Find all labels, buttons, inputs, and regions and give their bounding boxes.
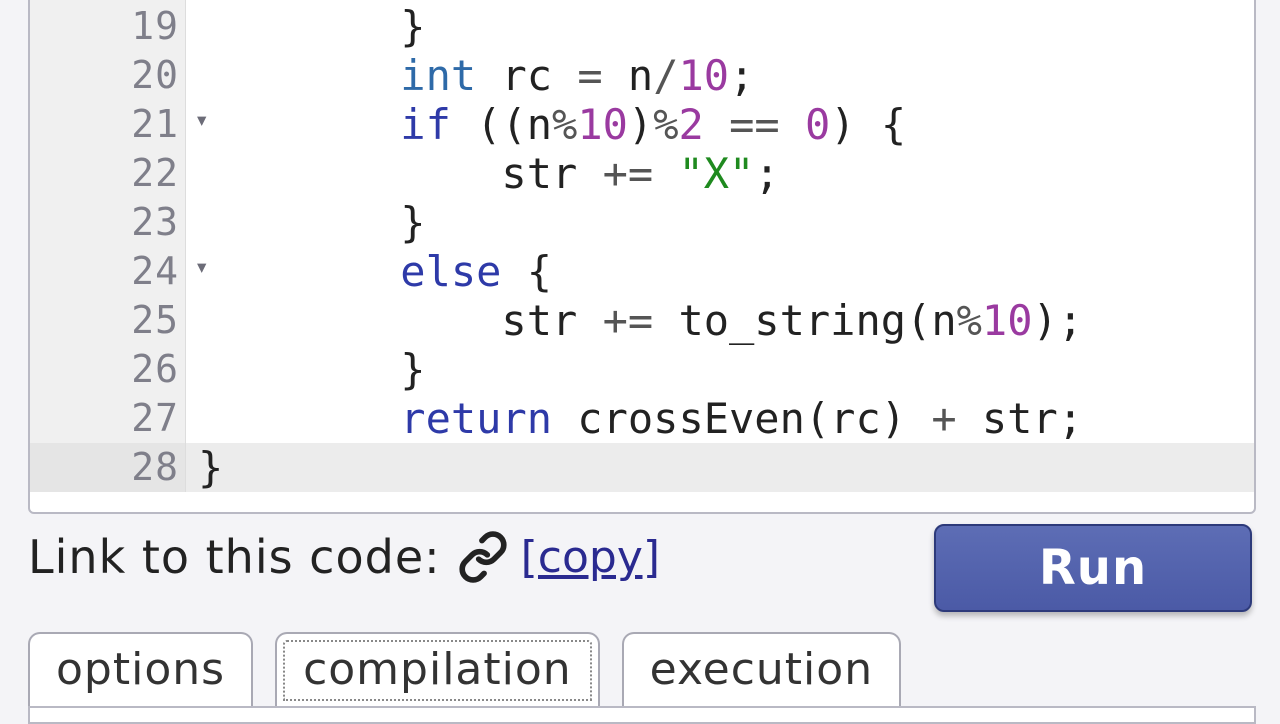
code-line[interactable]: return crossEven(rc) + str; [198,394,1254,443]
tabs-row: options compilation execution [28,632,901,709]
code-line[interactable]: if ((n%10)%2 == 0) { [198,100,1254,149]
line-number: 22 [30,149,185,198]
line-number: 28 [30,443,185,492]
code-line[interactable]: } [186,443,1254,492]
code-line[interactable]: str += to_string(n%10); [198,296,1254,345]
code-line[interactable]: } [198,198,1254,247]
line-number: 24▾ [30,247,185,296]
link-to-code-label: Link to this code: [28,530,441,584]
output-panel [28,706,1256,724]
line-number: 26 [30,345,185,394]
code-line[interactable]: else { [198,247,1254,296]
line-number: 19 [30,2,185,51]
code-line[interactable]: } [198,345,1254,394]
tab-compilation[interactable]: compilation [275,632,600,709]
code-editor[interactable]: 18192021▾222324▾25262728 return str; } i… [28,0,1256,514]
link-icon [457,531,509,583]
editor-code-area[interactable]: return str; } int rc = n/10; if ((n%10)%… [186,0,1254,492]
tab-options[interactable]: options [28,632,253,709]
fold-toggle-icon[interactable]: ▾ [195,95,209,144]
line-number: 20 [30,51,185,100]
line-number: 27 [30,394,185,443]
line-number: 25 [30,296,185,345]
line-number: 21▾ [30,100,185,149]
code-line[interactable]: int rc = n/10; [198,51,1254,100]
editor-gutter: 18192021▾222324▾25262728 [30,0,186,492]
run-button[interactable]: Run [934,524,1252,612]
code-line[interactable]: } [198,2,1254,51]
copy-link[interactable]: [copy] [521,532,660,583]
code-line[interactable]: str += "X"; [198,149,1254,198]
tab-execution[interactable]: execution [622,632,901,709]
line-number: 23 [30,198,185,247]
fold-toggle-icon[interactable]: ▾ [195,242,209,291]
